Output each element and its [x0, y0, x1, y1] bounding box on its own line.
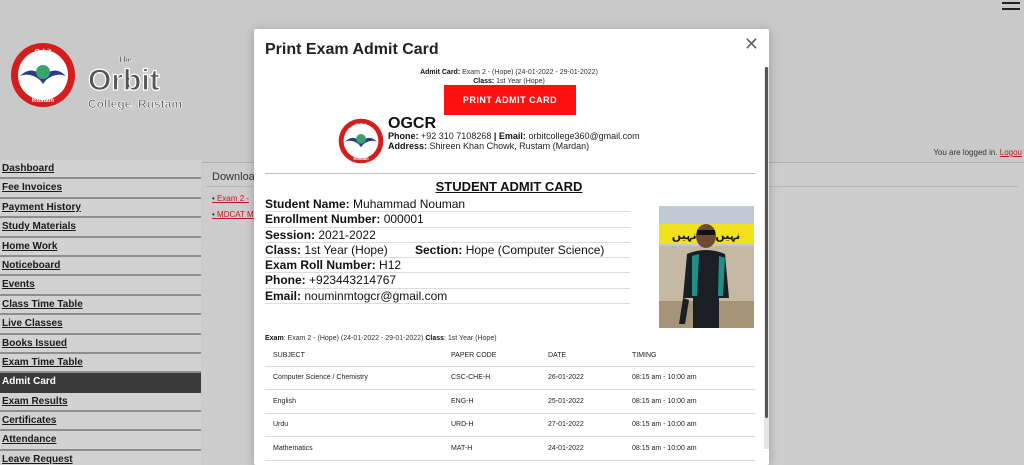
- college-logo: Orbit Rustam The Orbit College. Rustam: [10, 42, 190, 112]
- sidebar-item-leave-request[interactable]: Leave Request: [0, 450, 201, 465]
- column-header: PAPER CODE: [443, 345, 540, 367]
- sidebar-item-events[interactable]: Events: [0, 276, 201, 296]
- close-icon[interactable]: ✕: [744, 34, 759, 55]
- exam-schedule-table: SUBJECT PAPER CODE DATE TIMING Computer …: [265, 345, 755, 461]
- svg-text:Orbit: Orbit: [88, 64, 160, 97]
- sidebar-item-books-issued[interactable]: Books Issued: [0, 334, 201, 354]
- card-title: STUDENT ADMIT CARD: [435, 179, 583, 194]
- enrollment-row: Enrollment Number: 000001: [265, 212, 630, 228]
- modal-scrollbar[interactable]: [764, 67, 769, 449]
- svg-text:Rustam: Rustam: [32, 98, 54, 104]
- modal-title: Print Exam Admit Card: [265, 41, 439, 58]
- table-row: Mathematics MAT-H 24-01-2022 08:15 am - …: [265, 436, 755, 461]
- menu-icon[interactable]: [1002, 2, 1020, 14]
- table-cell: 27-01-2022: [540, 413, 624, 437]
- table-cell: CSC-CHE-H: [443, 366, 540, 390]
- table-header-row: SUBJECT PAPER CODE DATE TIMING: [265, 345, 755, 367]
- table-cell: Mathematics: [265, 436, 443, 461]
- table-cell: ENG-H: [443, 389, 540, 414]
- table-cell: 24-01-2022: [540, 436, 624, 461]
- sidebar-item-home-work[interactable]: Home Work: [0, 237, 201, 257]
- table-cell: Urdu: [265, 413, 443, 437]
- sidebar-item-noticeboard[interactable]: Noticeboard: [0, 256, 201, 277]
- sidebar-item-exam-time-table[interactable]: Exam Time Table: [0, 353, 201, 374]
- table-row: English ENG-H 25-01-2022 08:15 am - 10:0…: [265, 389, 755, 414]
- table-cell: MAT-H: [443, 436, 540, 461]
- sidebar-item-study-materials[interactable]: Study Materials: [0, 218, 201, 238]
- table-cell: English: [265, 389, 443, 414]
- table-row: Computer Science / Chemistry CSC-CHE-H 2…: [265, 366, 755, 390]
- admit-card-modal: Print Exam Admit Card ✕ Admit Card: Exam…: [254, 29, 769, 465]
- print-admit-card-button[interactable]: PRINT ADMIT CARD: [444, 85, 576, 115]
- svg-text:Orbit: Orbit: [355, 122, 367, 128]
- table-cell: 08:15 am - 10:00 am: [624, 436, 755, 461]
- sidebar-item-dashboard[interactable]: Dashboard: [0, 160, 201, 180]
- sidebar: Dashboard Fee Invoices Payment History S…: [0, 160, 201, 465]
- svg-text:The: The: [118, 55, 132, 64]
- college-wordmark: The Orbit College. Rustam: [88, 55, 182, 111]
- table-row: Urdu URD-H 27-01-2022 08:15 am - 10:00 a…: [265, 413, 755, 437]
- email-row: Email: nouminmtogcr@gmail.com: [265, 289, 630, 305]
- sidebar-item-payment-history[interactable]: Payment History: [0, 198, 201, 219]
- login-status: You are logged in. Logou: [933, 148, 1022, 157]
- student-details: Student Name: Muhammad Nouman Enrollment…: [265, 197, 630, 305]
- sidebar-item-admit-card[interactable]: Admit Card: [0, 373, 201, 393]
- svg-text:College. Rustam: College. Rustam: [88, 97, 182, 111]
- download-link-exam2[interactable]: Exam 2 -: [212, 194, 254, 210]
- column-header: TIMING: [624, 345, 755, 367]
- college-seal-icon: Orbit Rustam: [11, 43, 75, 107]
- admit-card-summary: Admit Card: Exam 2 - (Hope) (24-01-2022 …: [420, 69, 598, 85]
- column-header: DATE: [540, 345, 624, 367]
- download-list: Exam 2 - MDCAT M: [212, 194, 254, 226]
- roll-number-row: Exam Roll Number: H12: [265, 258, 630, 274]
- sidebar-item-fee-invoices[interactable]: Fee Invoices: [0, 179, 201, 199]
- logout-link[interactable]: Logou: [1000, 148, 1022, 157]
- column-header: SUBJECT: [265, 345, 443, 367]
- sidebar-item-attendance[interactable]: Attendance: [0, 431, 201, 451]
- student-photo: نہیں تو نہیں: [659, 206, 754, 328]
- divider: [265, 173, 755, 174]
- downloads-title: Downloa: [212, 171, 255, 183]
- session-row: Session: 2021-2022: [265, 228, 630, 243]
- student-name-row: Student Name: Muhammad Nouman: [265, 197, 630, 213]
- download-link-mdcat[interactable]: MDCAT M: [212, 210, 254, 226]
- table-cell: Computer Science / Chemistry: [265, 366, 443, 390]
- scrollbar-thumb[interactable]: [765, 67, 768, 418]
- sidebar-item-class-time-table[interactable]: Class Time Table: [0, 295, 201, 316]
- class-section-row: Class: 1st Year (Hope) Section: Hope (Com…: [265, 243, 630, 259]
- college-seal-icon: Orbit Rustam: [338, 118, 384, 164]
- table-cell: URD-H: [443, 413, 540, 437]
- exam-summary: Exam: Exam 2 - (Hope) (24-01-2022 - 29-0…: [265, 335, 497, 342]
- svg-text:Rustam: Rustam: [353, 156, 369, 161]
- sidebar-item-certificates[interactable]: Certificates: [0, 412, 201, 432]
- college-contact: Phone: +92 310 7108268 | Email: orbitcol…: [388, 131, 640, 151]
- table-cell: 08:15 am - 10:00 am: [624, 413, 755, 437]
- phone-row: Phone: +923443214767: [265, 273, 630, 289]
- svg-text:Orbit: Orbit: [35, 49, 52, 56]
- sidebar-item-exam-results[interactable]: Exam Results: [0, 392, 201, 413]
- table-cell: 08:15 am - 10:00 am: [624, 389, 755, 414]
- table-cell: 26-01-2022: [540, 366, 624, 390]
- table-cell: 25-01-2022: [540, 389, 624, 414]
- table-cell: 08:15 am - 10:00 am: [624, 366, 755, 390]
- sidebar-item-live-classes[interactable]: Live Classes: [0, 315, 201, 335]
